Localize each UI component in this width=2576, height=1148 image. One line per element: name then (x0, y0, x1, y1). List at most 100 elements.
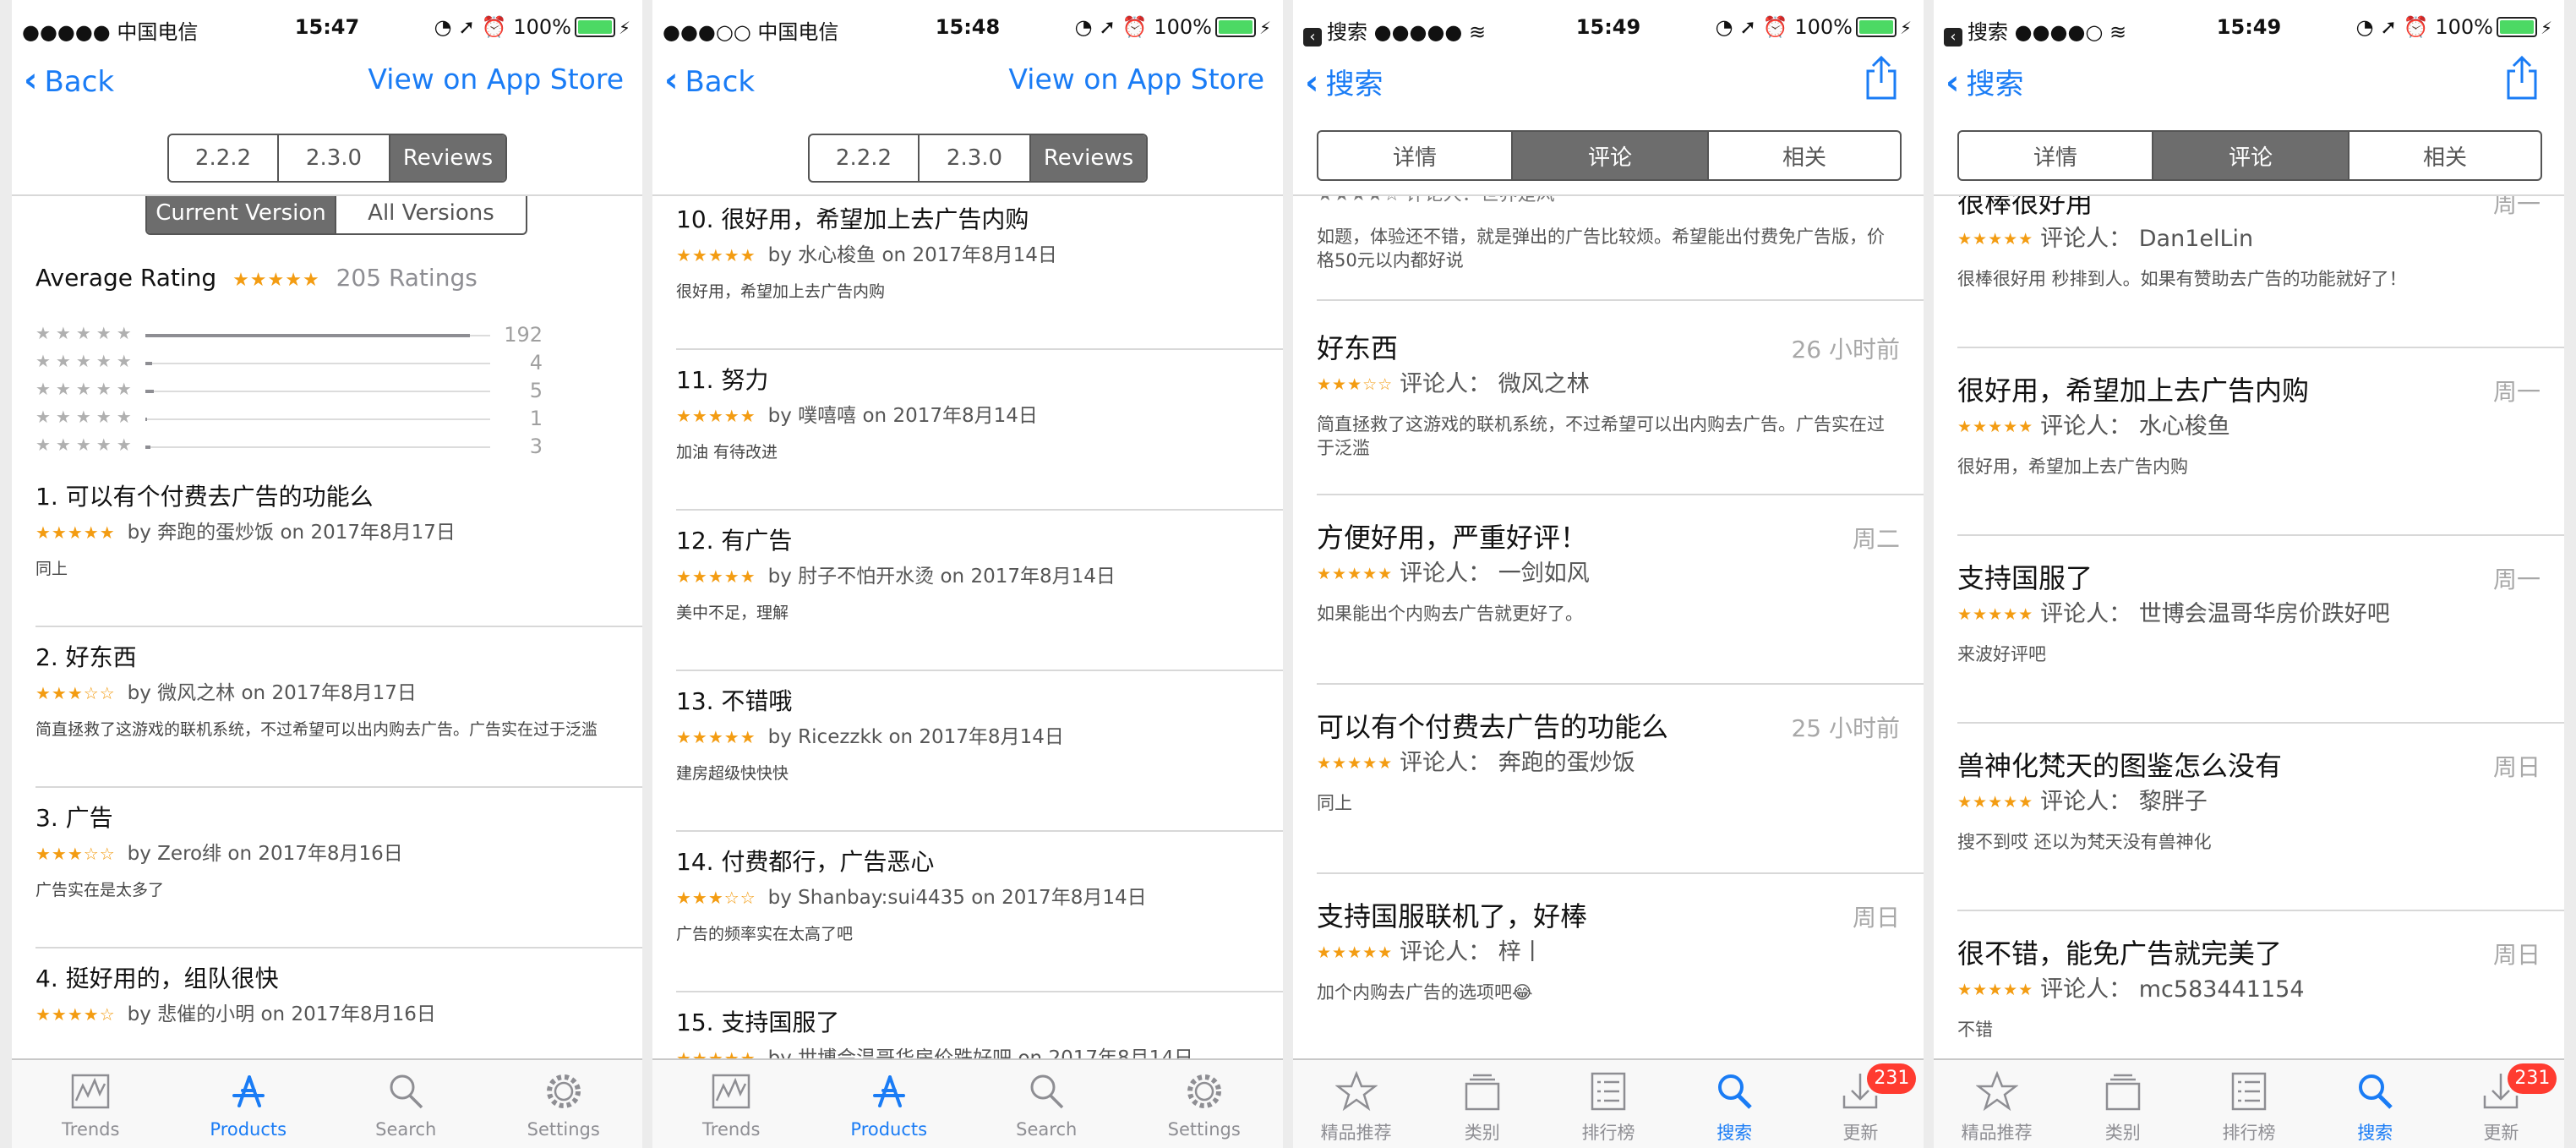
tab-featured[interactable]: 精品推荐 (1934, 1060, 2060, 1148)
tab-trends[interactable]: Trends (652, 1060, 810, 1148)
tab-top-charts[interactable]: 排行榜 (1545, 1060, 1671, 1148)
review-title: 支持国服了 (1957, 562, 2093, 594)
tab-label: 搜索 (2357, 1123, 2393, 1143)
gutter (642, 0, 652, 1148)
review-list[interactable]: 10. 很好用，希望加上去广告内购 ★★★★★ by 水心梭鱼 on 2017年8月… (652, 196, 1283, 1058)
review-item[interactable]: 12. 有广告 ★★★★★ by 肘子不怕开水烫 on 2017年8月14日 美中不足… (676, 526, 1268, 624)
review-list[interactable]: Current Version All Versions Average Rat… (12, 196, 642, 1058)
review-author: 评论人： 微风之林 (1400, 371, 1590, 397)
review-author: 评论人： mc583441154 (2040, 976, 2305, 1003)
tab-trends[interactable]: Trends (12, 1060, 170, 1148)
tab-categories[interactable]: 类别 (2060, 1060, 2186, 1148)
segment-related[interactable]: 相关 (2348, 132, 2541, 179)
scope-segmented-control: Current Version All Versions (145, 196, 527, 235)
nav-bar: ‹ 搜索 (1293, 54, 1924, 112)
charging-icon: ⚡ (618, 18, 630, 38)
tab-products[interactable]: Products (810, 1060, 969, 1148)
review-stars: ★★★★★ (676, 727, 756, 747)
review-author-date: by 微风之林 on 2017年8月17日 (127, 682, 417, 704)
review-meta: ★★★★☆ by 悲催的小明 on 2017年8月16日 (35, 1001, 627, 1028)
tab-updates[interactable]: 更新 231 (2438, 1060, 2564, 1148)
review-item[interactable]: 10. 很好用，希望加上去广告内购 ★★★★★ by 水心梭鱼 on 2017年8月… (676, 205, 1268, 303)
view-on-app-store-link[interactable]: View on App Store (1008, 63, 1264, 96)
segment-related[interactable]: 相关 (1707, 132, 1900, 179)
segment-reviews[interactable]: 评论 (1511, 132, 1707, 179)
review-title: 方便好用，严重好评！ (1317, 522, 1588, 554)
review-meta: ★★★★★ by 噗嘻嘻 on 2017年8月14日 (676, 402, 1268, 429)
review-item[interactable]: 兽神化梵天的图鉴怎么没有 周日 ★★★★★ 评论人： 黎胖子 搜不到哎 还以为梵天没有兽… (1957, 749, 2541, 854)
segment-all-versions[interactable]: All Versions (335, 196, 526, 233)
screen-2: ●●●○○ 中国电信 15:48 ◔ ➚ ⏰ 100% ⚡ ‹ Back View … (652, 0, 1283, 1148)
review-item[interactable]: 支持国服联机了，好棒 周日 ★★★★★ 评论人： 梓丨 加个内购去广告的选项吧😂 (1317, 899, 1900, 1004)
review-item[interactable]: 2. 好东西 ★★★☆☆ by 微风之林 on 2017年8月17日 简直拯救了这游戏… (35, 642, 627, 741)
tab-search[interactable]: Search (968, 1060, 1126, 1148)
tab-label: Products (210, 1119, 287, 1140)
tab-products[interactable]: Products (170, 1060, 328, 1148)
tab-search[interactable]: Search (327, 1060, 485, 1148)
tab-search[interactable]: 搜索 (1672, 1060, 1798, 1148)
review-stars: ★★★★★ (1957, 230, 2034, 249)
review-stars: ★★★★★ (1317, 565, 1394, 583)
review-item[interactable]: 好东西 26 小时前 ★★★☆☆ 评论人： 微风之林 简直拯救了这游戏的联机系统，不过希… (1317, 331, 1900, 460)
share-icon[interactable] (1863, 54, 1900, 101)
back-button[interactable]: ‹ Back (664, 61, 755, 100)
review-list[interactable]: 很棒很好用 周一 ★★★★★ 评论人： Dan1elLin 很棒很好用 秒排到人。如果有… (1934, 196, 2564, 1058)
review-author-date: by 悲催的小明 on 2017年8月16日 (127, 1003, 436, 1025)
review-title: 兽神化梵天的图鉴怎么没有 (1957, 750, 2283, 782)
review-item[interactable]: 11. 努力 ★★★★★ by 噗嘻嘻 on 2017年8月14日 加油 有待改进 (676, 365, 1268, 463)
review-meta: ★★★★★ by 奔跑的蛋炒饭 on 2017年8月17日 (35, 519, 627, 546)
chevron-left-icon: ‹ (1946, 63, 1960, 102)
review-title: 11. 努力 (676, 366, 769, 394)
back-button[interactable]: ‹ Back (24, 61, 114, 100)
review-meta: ★★★★★ 评论人： Dan1elLin (1957, 225, 2541, 254)
segment-current-version[interactable]: Current Version (147, 196, 335, 233)
review-item[interactable]: 1. 可以有个付费去广告的功能么 ★★★★★ by 奔跑的蛋炒饭 on 2017年8… (35, 482, 627, 580)
back-button[interactable]: ‹ 搜索 (1946, 61, 2023, 102)
review-item[interactable]: 可以有个付费去广告的功能么 25 小时前 ★★★★★ 评论人： 奔跑的蛋炒饭 同上 (1317, 710, 1900, 815)
view-on-app-store-link[interactable]: View on App Store (368, 63, 624, 96)
tab-categories[interactable]: 类别 (1419, 1060, 1545, 1148)
detail-segmented-control: 详情 评论 相关 (1957, 130, 2542, 181)
segment-reviews[interactable]: 评论 (2152, 132, 2348, 179)
gutter (0, 0, 12, 1148)
review-meta: ★★★★★ by 肘子不怕开水烫 on 2017年8月14日 (676, 563, 1268, 590)
tab-featured[interactable]: 精品推荐 (1293, 1060, 1419, 1148)
review-item[interactable]: 很棒很好用 周一 ★★★★★ 评论人： Dan1elLin 很棒很好用 秒排到人。如果有… (1957, 196, 2541, 291)
review-item[interactable]: 13. 不错哦 ★★★★★ by Ricezzkk on 2017年8月14日 建房超… (676, 686, 1268, 784)
histogram-row: ★★★★★ 192 (35, 323, 543, 348)
review-item[interactable]: 3. 广告 ★★★☆☆ by Zero绯 on 2017年8月16日 广告实在是太多了 (35, 803, 627, 901)
share-icon[interactable] (2503, 54, 2541, 101)
tab-label: 类别 (1464, 1123, 1500, 1143)
histogram-stars: ★★★★★ (35, 323, 137, 343)
segment-version-230[interactable]: 2.3.0 (277, 135, 389, 181)
segment-reviews[interactable]: Reviews (389, 135, 505, 181)
segment-version-222[interactable]: 2.2.2 (810, 135, 918, 181)
back-button[interactable]: ‹ 搜索 (1305, 61, 1383, 102)
tab-updates[interactable]: 更新 231 (1798, 1060, 1924, 1148)
review-item[interactable]: 15. 支持国服了 ★★★★★ by 世博会温哥华房价跌好吧 on 2017年8月1… (676, 1008, 1268, 1058)
review-list[interactable]: ★★★★☆ 评论人：世界是风 如题，体验还不错，就是弹出的广告比较烦。希望能出付… (1293, 196, 1924, 1058)
segment-details[interactable]: 详情 (1959, 132, 2152, 179)
review-item[interactable]: 很不错，能免广告就完美了 周日 ★★★★★ 评论人： mc583441154 不错 (1957, 937, 2541, 1041)
histogram-count: 192 (504, 323, 543, 347)
tab-settings[interactable]: Settings (1126, 1060, 1284, 1148)
review-item[interactable]: 14. 付费都行，广告恶心 ★★★☆☆ by Shanbay:sui4435 on … (676, 847, 1268, 945)
segment-version-222[interactable]: 2.2.2 (169, 135, 277, 181)
segment-details[interactable]: 详情 (1318, 132, 1511, 179)
review-item[interactable]: 很好用，希望加上去广告内购 周一 ★★★★★ 评论人： 水心梭鱼 很好用，希望加上去广告… (1957, 374, 2541, 478)
tab-top-charts[interactable]: 排行榜 (2186, 1060, 2311, 1148)
review-item[interactable]: 支持国服了 周一 ★★★★★ 评论人： 世博会温哥华房价跌好吧 来波好评吧 (1957, 561, 2541, 666)
segment-reviews[interactable]: Reviews (1029, 135, 1146, 181)
segment-version-230[interactable]: 2.3.0 (918, 135, 1029, 181)
review-item[interactable]: 4. 挺好用的，组队很快 ★★★★☆ by 悲催的小明 on 2017年8月16日 (35, 964, 627, 1028)
review-meta: ★★★★★ by 水心梭鱼 on 2017年8月14日 (676, 242, 1268, 269)
tab-settings[interactable]: Settings (485, 1060, 643, 1148)
partial-review-meta: ★★★★☆ 评论人：世界是风 (1317, 196, 1900, 210)
review-author-date: by 奔跑的蛋炒饭 on 2017年8月17日 (127, 522, 456, 544)
histogram-bar-fill (145, 446, 151, 449)
review-item[interactable]: 方便好用，严重好评！ 周二 ★★★★★ 评论人： 一剑如风 如果能出个内购去广告就更好了… (1317, 521, 1900, 626)
battery-icon (574, 17, 615, 37)
review-body: 简直拯救了这游戏的联机系统，不过希望可以出内购去广告。广告实在过于泛滥 (1317, 414, 1885, 458)
tab-search[interactable]: 搜索 (2312, 1060, 2438, 1148)
review-title: 很好用，希望加上去广告内购 (1957, 374, 2310, 407)
